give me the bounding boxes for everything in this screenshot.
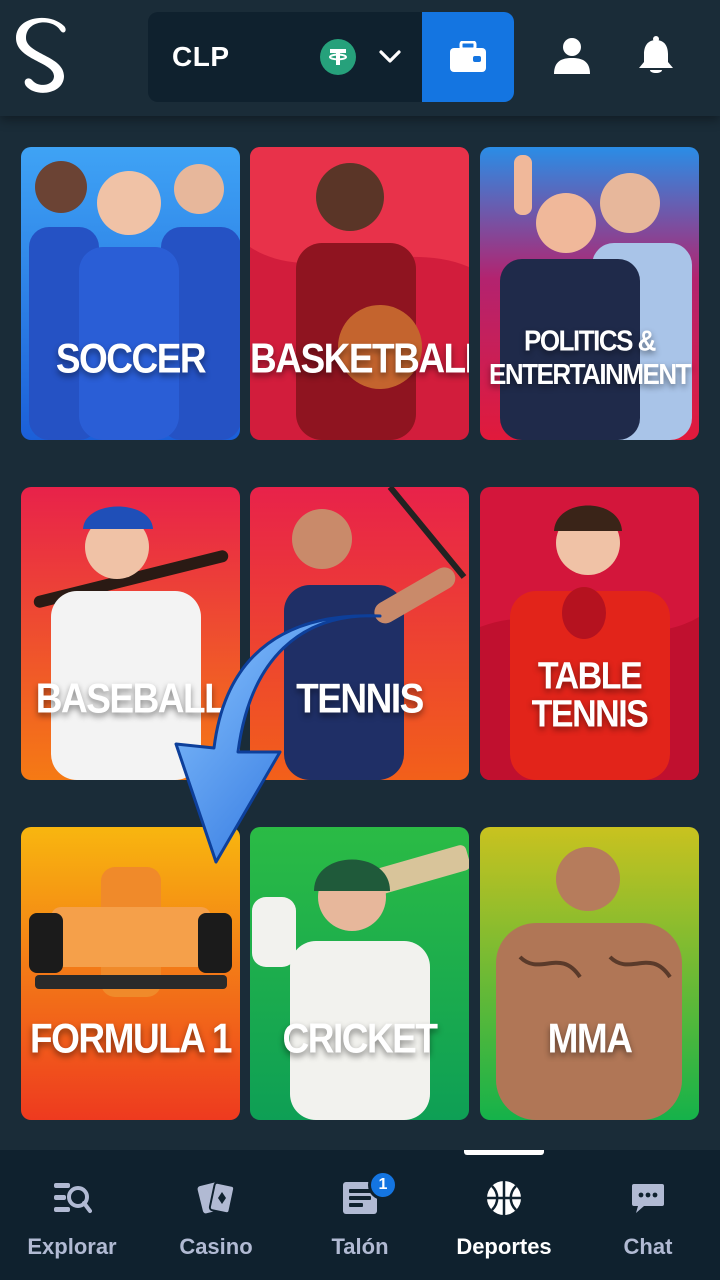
sport-label: BASKETBALL <box>250 335 469 382</box>
basketball-player-image <box>250 147 469 440</box>
nav-item-explorar[interactable]: Explorar <box>0 1150 144 1280</box>
casino-cards-icon <box>194 1176 238 1220</box>
chevron-down-icon <box>378 45 402 69</box>
user-icon <box>554 38 590 74</box>
tennis-player-image <box>250 487 469 780</box>
table-tennis-player-image <box>480 487 699 780</box>
profile-button[interactable] <box>550 30 594 82</box>
sport-label: TENNIS <box>296 675 424 722</box>
chat-icon <box>626 1176 670 1220</box>
sport-card-cricket[interactable]: CRICKET <box>250 827 469 1120</box>
nav-item-deportes[interactable]: Deportes <box>432 1150 576 1280</box>
browse-icon <box>50 1176 94 1220</box>
sport-card-basketball[interactable]: BASKETBALL <box>250 147 469 440</box>
active-tab-indicator <box>464 1150 544 1155</box>
sport-label: TABLE TENNIS <box>531 654 649 736</box>
sport-label: SOCCER <box>55 335 207 382</box>
nav-label: Casino <box>179 1234 253 1259</box>
wallet-icon <box>450 41 486 72</box>
sport-card-tennis[interactable]: TENNIS <box>250 487 469 780</box>
sport-card-table-tennis[interactable]: TABLE TENNIS <box>480 487 699 780</box>
sport-label: MMA <box>547 1015 633 1062</box>
nav-item-talon[interactable]: 1 Talón <box>288 1150 432 1280</box>
notifications-button[interactable] <box>634 30 678 82</box>
politics-figures-image <box>480 147 699 440</box>
basketball-icon <box>482 1176 526 1220</box>
sport-label: CRICKET <box>282 1015 438 1062</box>
nav-item-casino[interactable]: Casino <box>144 1150 288 1280</box>
sport-label: FORMULA 1 <box>30 1015 232 1062</box>
wallet-button[interactable] <box>422 12 514 102</box>
baseball-player-image <box>21 487 240 780</box>
top-bar: CLP <box>0 0 720 116</box>
stake-logo[interactable] <box>16 14 74 100</box>
mma-fighter-image <box>480 827 699 1120</box>
nav-label: Chat <box>623 1234 673 1259</box>
nav-item-chat[interactable]: Chat <box>576 1150 720 1280</box>
wallet-balance-control: CLP <box>148 12 514 102</box>
currency-code: CLP <box>172 41 230 72</box>
sport-card-soccer[interactable]: SOCCER <box>21 147 240 440</box>
soccer-players-image <box>21 147 240 440</box>
nav-label: Talón <box>331 1234 389 1259</box>
nav-label: Explorar <box>27 1234 117 1259</box>
sport-card-formula-1[interactable]: FORMULA 1 <box>21 827 240 1120</box>
currency-selector[interactable]: CLP <box>148 12 422 102</box>
sport-label: BASEBALL <box>35 675 227 722</box>
bell-icon <box>639 36 673 73</box>
cricket-player-image <box>250 827 469 1120</box>
nav-label: Deportes <box>456 1234 552 1259</box>
betslip-icon: 1 <box>338 1170 398 1220</box>
sport-card-mma[interactable]: MMA <box>480 827 699 1120</box>
sport-card-baseball[interactable]: BASEBALL <box>21 487 240 780</box>
sport-card-politics-entertainment[interactable]: POLITICS & ENTERTAINMENT <box>480 147 699 440</box>
tether-icon <box>320 39 356 75</box>
formula-1-car-image <box>21 827 240 1120</box>
sport-label: POLITICS & ENTERTAINMENT <box>488 323 692 391</box>
betslip-count-badge: 1 <box>368 1170 398 1200</box>
bottom-navigation: Explorar Casino 1 Talón Deportes Chat <box>0 1150 720 1280</box>
